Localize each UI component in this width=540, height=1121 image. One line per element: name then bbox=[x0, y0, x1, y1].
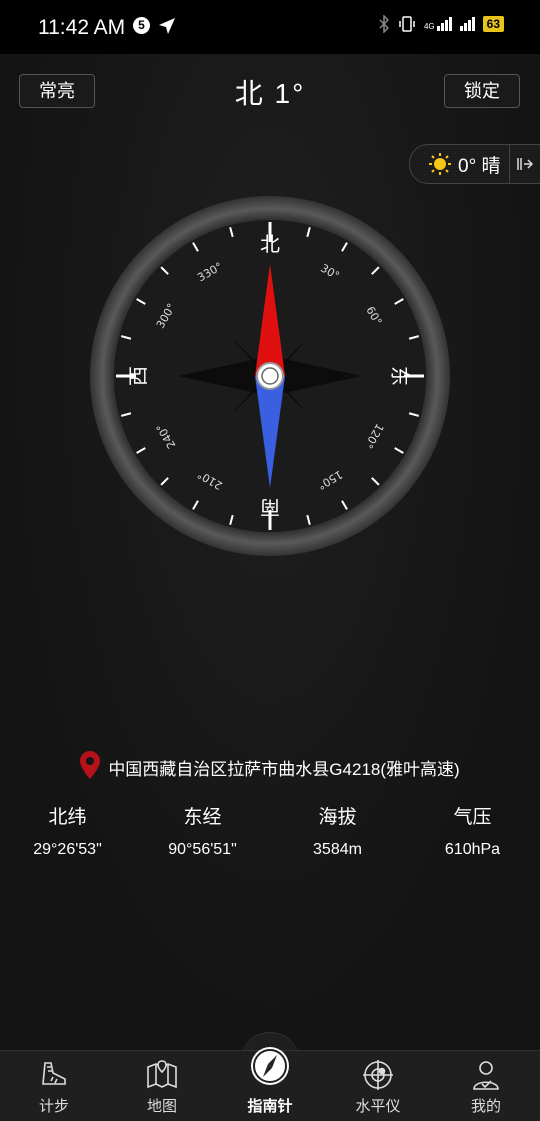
stat-value: 610hPa bbox=[444, 841, 501, 858]
status-icons: 4G 63 bbox=[378, 15, 504, 33]
bottom-nav: 计步 地图 指南针 水平仪 我的 bbox=[0, 1047, 540, 1121]
stat-longitude: 东经 90°56'51" bbox=[135, 802, 270, 859]
stat-label: 北纬 bbox=[48, 807, 87, 828]
sun-icon bbox=[428, 152, 452, 176]
nav-label: 我的 bbox=[470, 1098, 501, 1115]
profile-icon bbox=[432, 1059, 540, 1091]
stat-label: 海拔 bbox=[318, 807, 357, 828]
cardinal-north: 北 bbox=[260, 232, 280, 256]
location-pin-icon bbox=[80, 751, 101, 784]
level-icon bbox=[324, 1059, 432, 1091]
stat-pressure: 气压 610hPa bbox=[405, 802, 540, 859]
stats-row: 北纬 29°26'53" 东经 90°56'51" 海拔 3584m 气压 61… bbox=[0, 802, 540, 859]
weather-text: 0° 晴 bbox=[458, 155, 501, 177]
stat-altitude: 海拔 3584m bbox=[270, 802, 405, 859]
nav-item-steps[interactable]: 计步 bbox=[0, 1051, 108, 1121]
nav-item-compass[interactable]: 指南针 bbox=[216, 1047, 324, 1121]
cardinal-west: 西 bbox=[126, 366, 150, 386]
nav-item-map[interactable]: 地图 bbox=[108, 1051, 216, 1121]
compass-dial: 30°60°120°150°210°240°300°330° 北 南 东 西 bbox=[90, 196, 450, 556]
battery-indicator: 63 bbox=[482, 16, 504, 32]
nav-label: 计步 bbox=[38, 1098, 69, 1115]
stat-label: 气压 bbox=[453, 807, 492, 828]
nav-item-profile[interactable]: 我的 bbox=[432, 1051, 540, 1121]
stat-value: 3584m bbox=[313, 841, 362, 858]
cardinal-east: 东 bbox=[388, 366, 412, 386]
lock-button[interactable]: 锁定 bbox=[444, 74, 520, 108]
nav-item-level[interactable]: 水平仪 bbox=[324, 1051, 432, 1121]
stat-value: 90°56'51" bbox=[168, 841, 237, 858]
weather-widget[interactable]: 0° 晴 bbox=[409, 144, 540, 184]
status-time: 11:42 AM bbox=[38, 16, 126, 39]
vibrate-icon bbox=[399, 16, 415, 32]
compass-icon bbox=[216, 1045, 324, 1087]
nav-label: 地图 bbox=[146, 1098, 177, 1115]
nav-label: 水平仪 bbox=[355, 1098, 401, 1115]
shoe-icon bbox=[0, 1059, 108, 1089]
compass-screen: 常亮 北 1° 锁定 0° 晴 30° 60° 120° 150° 210° 2… bbox=[0, 54, 540, 1050]
status-bar: 11:42 AM 5 4G 63 bbox=[0, 0, 540, 54]
stat-label: 东经 bbox=[183, 807, 222, 828]
stat-value: 29°26'53" bbox=[33, 841, 102, 858]
nav-label: 指南针 bbox=[247, 1098, 293, 1115]
location-address: 中国西藏自治区拉萨市曲水县G4218(雅叶高速) bbox=[108, 760, 460, 779]
signal-4g-icon: 4G bbox=[424, 17, 452, 31]
location-row: 中国西藏自治区拉萨市曲水县G4218(雅叶高速) bbox=[0, 751, 540, 784]
map-icon bbox=[108, 1059, 216, 1089]
navigation-arrow-icon bbox=[157, 16, 177, 41]
signal-icon bbox=[459, 17, 475, 31]
bluetooth-icon bbox=[379, 15, 390, 33]
stat-latitude: 北纬 29°26'53" bbox=[0, 802, 135, 859]
expand-arrow-icon[interactable] bbox=[509, 145, 540, 183]
cardinal-south: 南 bbox=[260, 496, 280, 520]
notification-badge: 5 bbox=[133, 17, 150, 34]
